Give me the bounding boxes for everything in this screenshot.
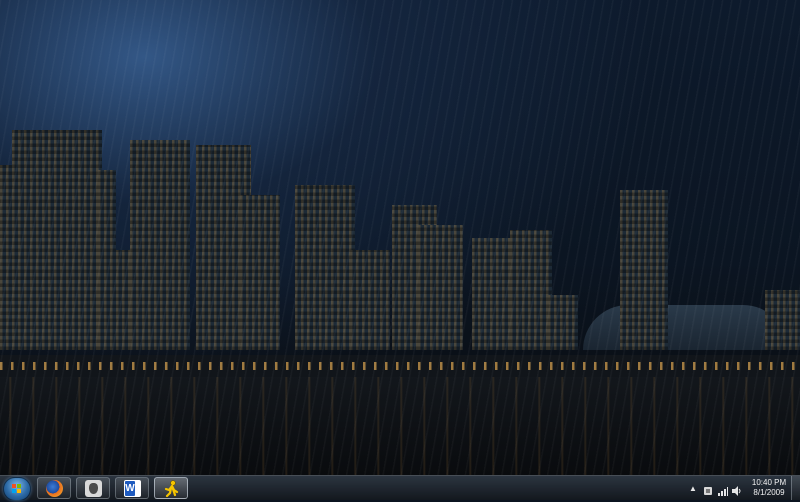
building <box>130 140 190 350</box>
aim-running-man-icon <box>163 480 180 498</box>
volume-icon[interactable] <box>732 483 742 496</box>
taskbar-aim-button[interactable] <box>154 477 188 499</box>
show-desktop-button[interactable] <box>791 476 800 500</box>
system-tray: ▲ 10:40 PM 8/1/2009 <box>685 476 800 500</box>
building <box>295 185 355 350</box>
tray-app-icon[interactable] <box>703 483 713 495</box>
building <box>350 250 390 350</box>
show-hidden-icons-chevron-icon[interactable]: ▲ <box>689 484 697 493</box>
building <box>240 195 280 350</box>
network-icon[interactable] <box>718 483 728 496</box>
stadium-dome <box>583 305 788 350</box>
tray-clock[interactable]: 10:40 PM 8/1/2009 <box>747 478 791 498</box>
wolf-icon <box>85 480 102 497</box>
taskbar-wolf-app-button[interactable] <box>76 477 110 499</box>
building <box>620 190 668 350</box>
building <box>418 225 463 350</box>
building <box>765 290 800 350</box>
clock-date: 8/1/2009 <box>753 488 785 497</box>
clock-time: 10:40 PM <box>751 478 787 487</box>
building <box>472 238 510 350</box>
desktop-wallpaper <box>0 0 800 475</box>
taskbar-firefox-button[interactable] <box>37 477 71 499</box>
building <box>12 130 102 350</box>
taskbar: ▲ 10:40 PM 8/1/2009 <box>0 475 800 501</box>
water-reflections <box>0 375 800 475</box>
word-icon <box>124 480 141 497</box>
firefox-icon <box>46 480 63 497</box>
shore-lights <box>0 362 800 370</box>
start-button[interactable] <box>3 477 31 501</box>
windows-logo-icon <box>12 484 22 494</box>
taskbar-word-button[interactable] <box>115 477 149 499</box>
building <box>510 230 552 350</box>
building <box>548 295 578 350</box>
